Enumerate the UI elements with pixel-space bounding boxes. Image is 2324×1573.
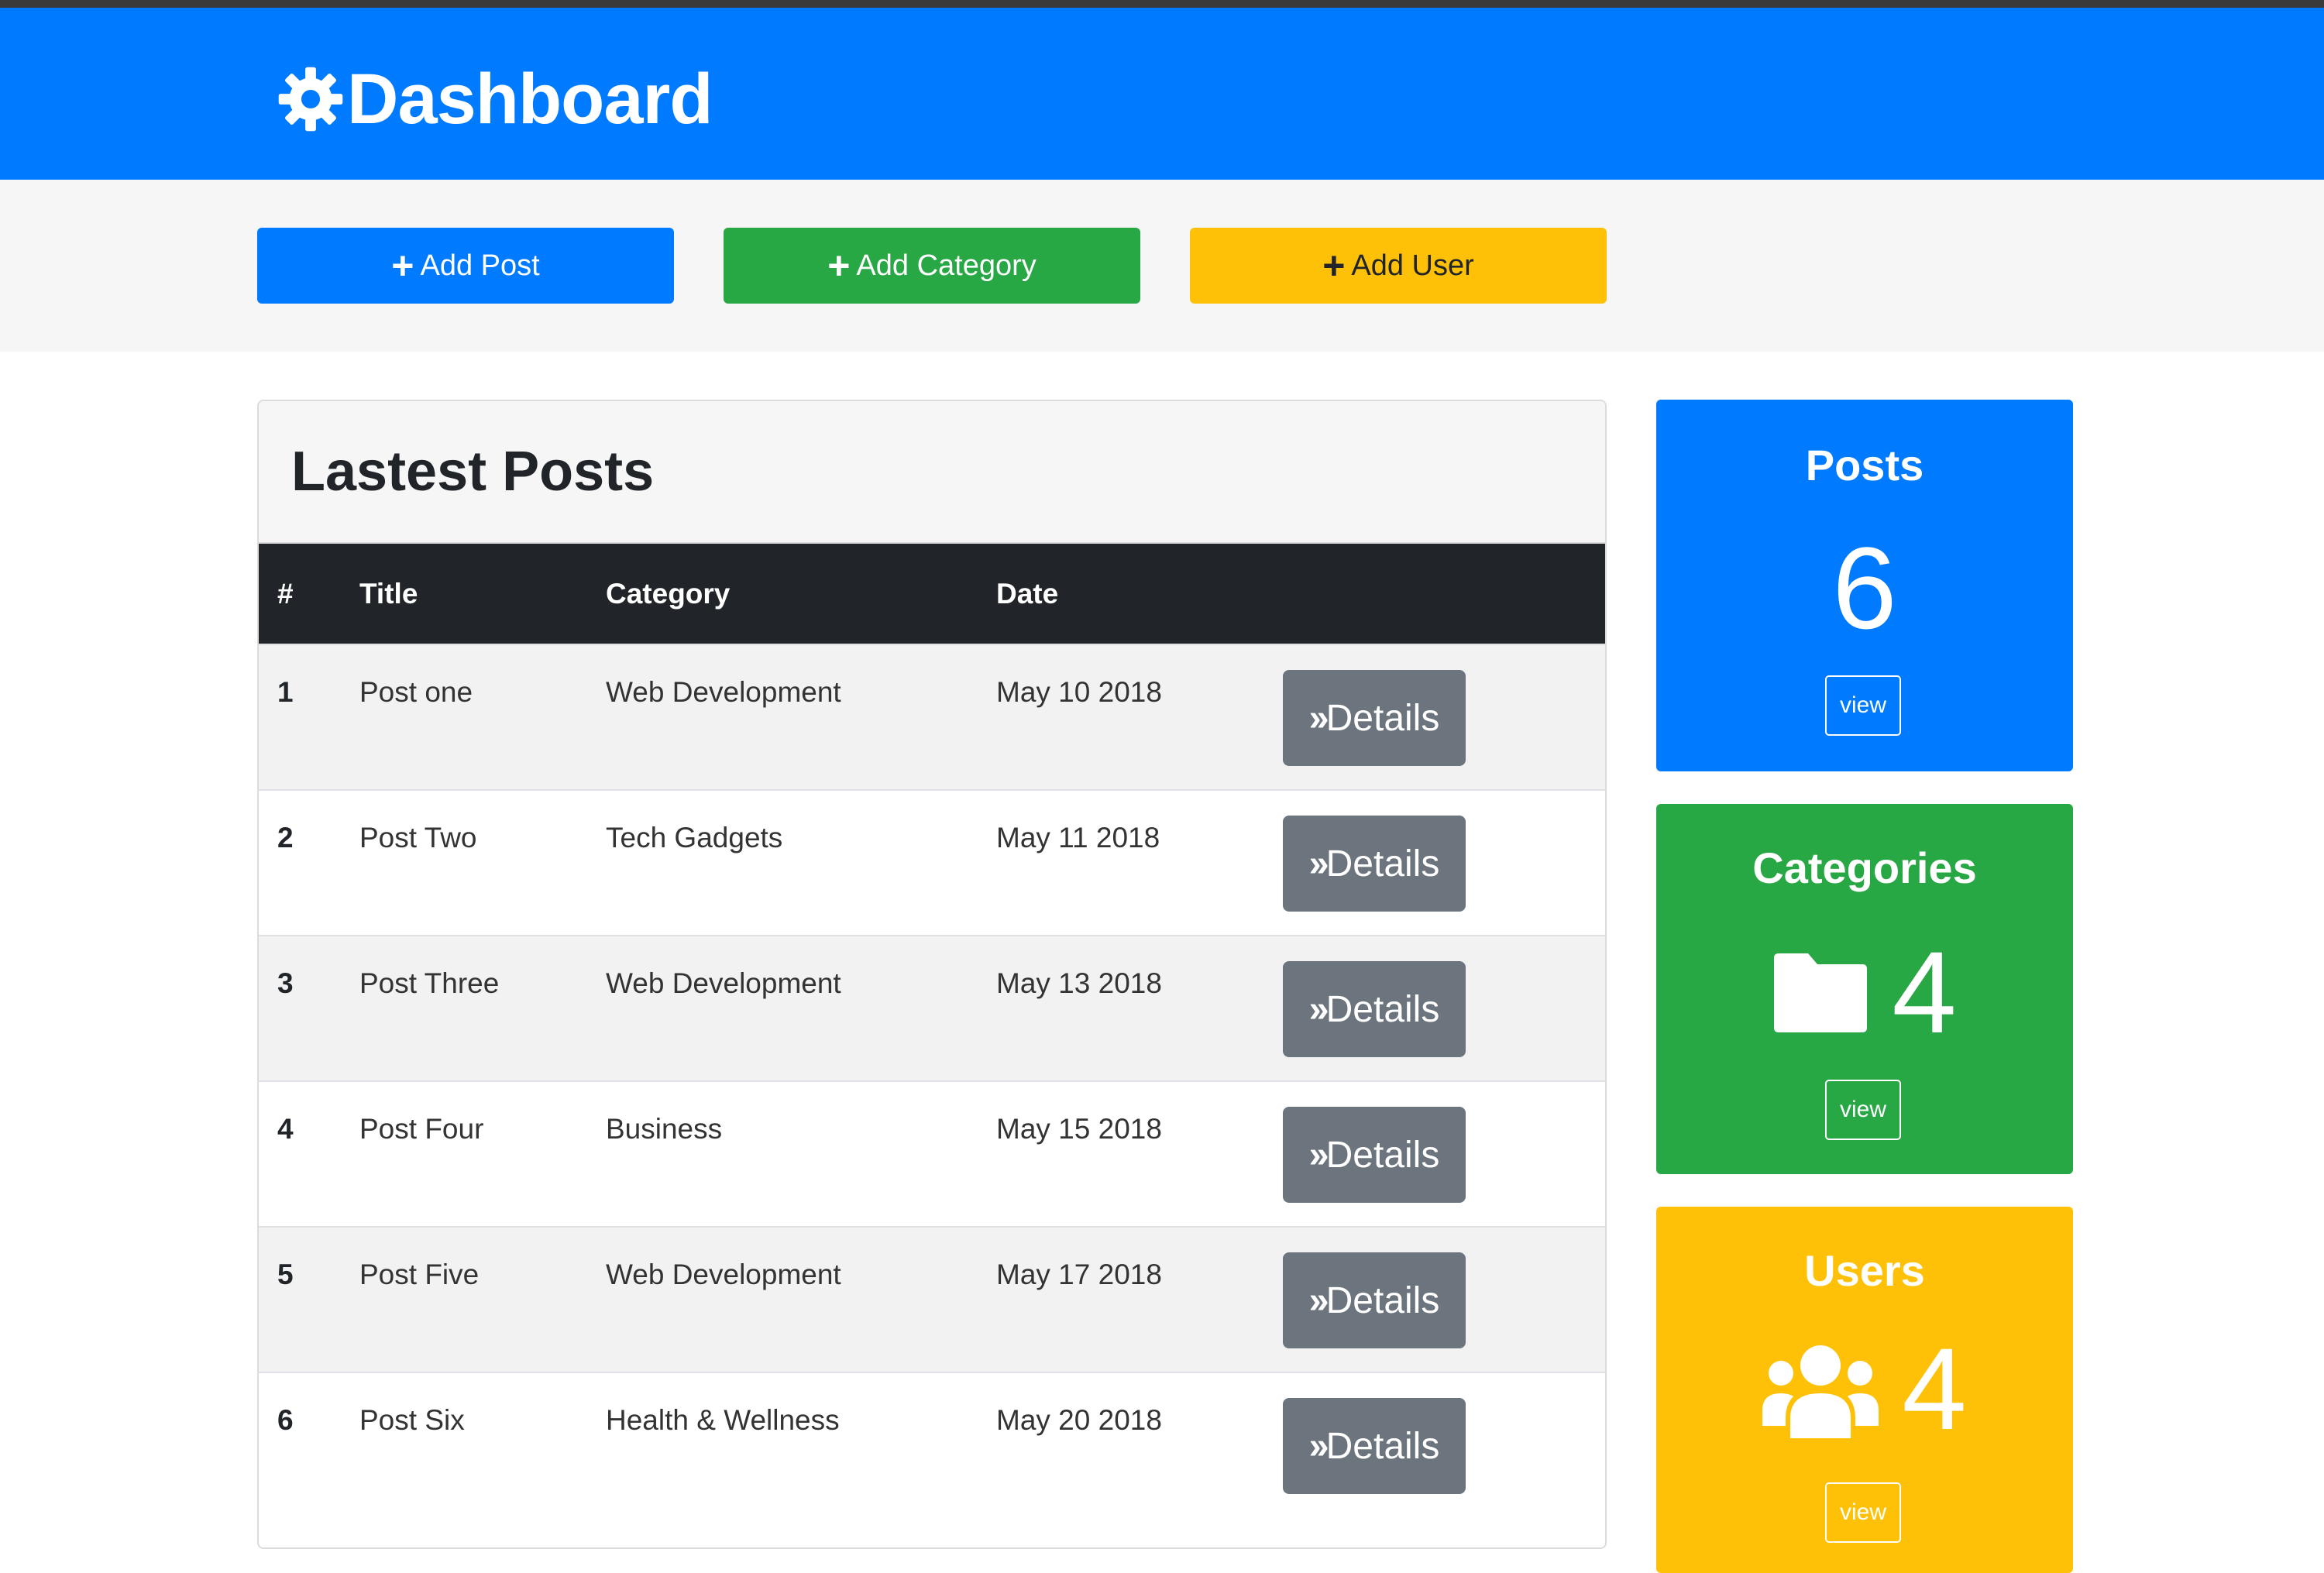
add-category-label: Add Category	[856, 249, 1037, 282]
post-category: Web Development	[606, 967, 841, 999]
brand: Dashboard	[277, 53, 713, 146]
details-label: Details	[1325, 1134, 1440, 1176]
details-label: Details	[1325, 988, 1440, 1030]
categories-stat-title: Categories	[1752, 843, 1977, 892]
row-actions: ›› Details	[1283, 644, 1605, 790]
plus-icon: +	[391, 244, 414, 287]
users-count: 4	[1902, 1324, 1967, 1454]
post-date: May 13 2018	[996, 967, 1162, 999]
double-chevron-right-icon: ››	[1308, 697, 1329, 739]
double-chevron-right-icon: ››	[1308, 988, 1329, 1030]
column-header-title: Title	[359, 577, 418, 610]
row-number: 6	[277, 1404, 294, 1436]
table-row: 5 Post Five Web Development May 17 2018 …	[259, 1227, 1605, 1372]
posts-count: 6	[1832, 523, 1897, 653]
details-button[interactable]: ›› Details	[1283, 1398, 1466, 1494]
double-chevron-right-icon: ››	[1308, 1134, 1329, 1176]
window-top-edge	[0, 0, 2324, 8]
details-button[interactable]: ›› Details	[1283, 670, 1466, 766]
double-chevron-right-icon: ››	[1308, 1279, 1329, 1321]
table-row: 3 Post Three Web Development May 13 2018…	[259, 936, 1605, 1081]
post-title: Post Four	[359, 1113, 484, 1145]
post-title: Post Two	[359, 822, 477, 853]
users-stat-title: Users	[1804, 1246, 1925, 1295]
row-actions: ›› Details	[1283, 1372, 1605, 1518]
table-row: 1 Post one Web Development May 10 2018 ›…	[259, 644, 1605, 790]
dashboard-header: Dashboard	[0, 8, 2324, 180]
column-header-number: #	[277, 577, 294, 610]
gear-icon	[278, 67, 343, 132]
users-stat-value-row: 4	[1656, 1331, 2073, 1447]
post-title: Post Five	[359, 1259, 480, 1290]
post-category: Web Development	[606, 676, 841, 708]
plus-icon: +	[1322, 244, 1346, 287]
row-actions: ›› Details	[1283, 1227, 1605, 1372]
folder-icon	[1774, 953, 1868, 1032]
post-title: Post Six	[359, 1404, 465, 1436]
details-button[interactable]: ›› Details	[1283, 1107, 1466, 1203]
post-date: May 10 2018	[996, 676, 1162, 708]
post-category: Web Development	[606, 1259, 841, 1290]
table-row: 6 Post Six Health & Wellness May 20 2018…	[259, 1372, 1605, 1518]
table-header-row: # Title Category Date	[259, 544, 1605, 644]
view-users-button[interactable]: view	[1825, 1482, 1901, 1543]
add-user-button[interactable]: + Add User	[1190, 228, 1607, 304]
categories-stat-value-row: 4	[1656, 934, 2073, 1050]
post-date: May 15 2018	[996, 1113, 1162, 1145]
post-title: Post Three	[359, 967, 500, 999]
details-button[interactable]: ›› Details	[1283, 816, 1466, 912]
double-chevron-right-icon: ››	[1308, 843, 1329, 884]
posts-table: # Title Category Date 1 Post one Web Dev…	[259, 544, 1605, 1518]
row-number: 4	[277, 1113, 294, 1145]
table-row: 4 Post Four Business May 15 2018 ›› Deta…	[259, 1081, 1605, 1227]
row-actions: ›› Details	[1283, 936, 1605, 1081]
row-actions: ›› Details	[1283, 790, 1605, 936]
details-button[interactable]: ›› Details	[1283, 1252, 1466, 1348]
categories-count: 4	[1892, 927, 1957, 1057]
post-category: Tech Gadgets	[606, 822, 783, 853]
post-category: Business	[606, 1113, 723, 1145]
add-category-button[interactable]: + Add Category	[724, 228, 1140, 304]
table-row: 2 Post Two Tech Gadgets May 11 2018 ›› D…	[259, 790, 1605, 936]
add-post-button[interactable]: + Add Post	[257, 228, 674, 304]
view-posts-button[interactable]: view	[1825, 675, 1901, 736]
post-date: May 20 2018	[996, 1404, 1162, 1436]
users-stat-card: Users 4 view	[1656, 1207, 2073, 1573]
post-title: Post one	[359, 676, 473, 708]
page-title: Dashboard	[347, 59, 713, 139]
post-date: May 17 2018	[996, 1259, 1162, 1290]
row-actions: ›› Details	[1283, 1081, 1605, 1227]
column-header-actions	[1283, 544, 1605, 644]
details-label: Details	[1325, 1279, 1440, 1321]
row-number: 5	[277, 1259, 294, 1290]
post-date: May 11 2018	[996, 822, 1160, 853]
row-number: 2	[277, 822, 294, 853]
plus-icon: +	[827, 244, 851, 287]
details-label: Details	[1325, 697, 1440, 739]
posts-stat-card: Posts 6 view	[1656, 400, 2073, 771]
action-bar: + Add Post + Add Category + Add User	[0, 180, 2324, 352]
post-category: Health & Wellness	[606, 1404, 840, 1436]
users-icon	[1762, 1345, 1879, 1438]
row-number: 1	[277, 676, 294, 708]
add-post-label: Add Post	[420, 249, 540, 282]
row-number: 3	[277, 967, 294, 999]
double-chevron-right-icon: ››	[1308, 1425, 1329, 1467]
view-categories-button[interactable]: view	[1825, 1080, 1901, 1140]
card-title: Lastest Posts	[291, 441, 655, 503]
categories-stat-card: Categories 4 view	[1656, 804, 2073, 1174]
details-button[interactable]: ›› Details	[1283, 961, 1466, 1057]
add-user-label: Add User	[1351, 249, 1474, 282]
details-label: Details	[1325, 843, 1440, 884]
details-label: Details	[1325, 1425, 1440, 1467]
column-header-date: Date	[996, 577, 1059, 610]
posts-stat-title: Posts	[1805, 441, 1924, 489]
posts-stat-value-row: 6	[1656, 530, 2073, 646]
latest-posts-card: Lastest Posts # Title Category Date 1 Po…	[257, 400, 1607, 1549]
card-header: Lastest Posts	[259, 401, 1605, 544]
column-header-category: Category	[606, 577, 731, 610]
